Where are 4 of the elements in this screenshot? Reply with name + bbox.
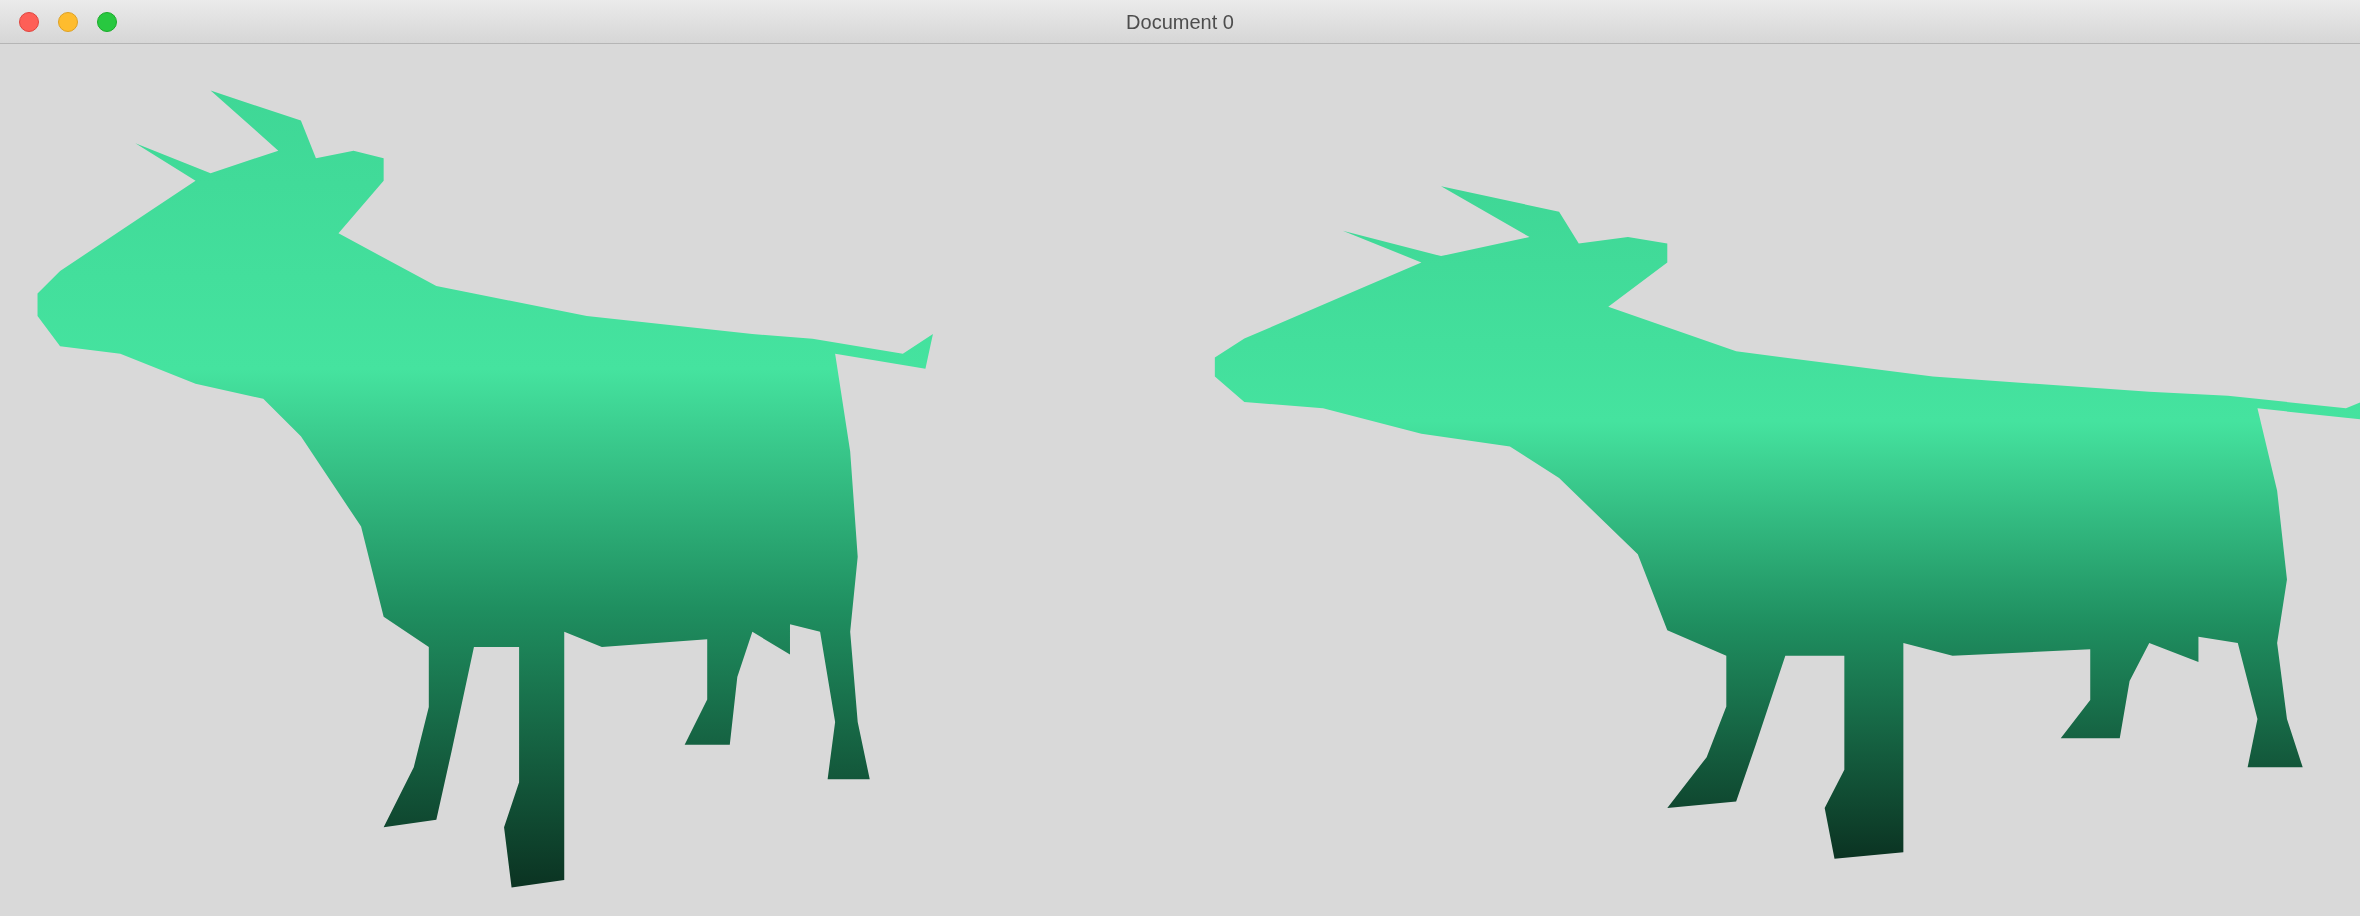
window-title: Document 0 [1126,9,1234,35]
zoom-button[interactable] [97,12,117,32]
close-button[interactable] [19,12,39,32]
minimize-button[interactable] [58,12,78,32]
